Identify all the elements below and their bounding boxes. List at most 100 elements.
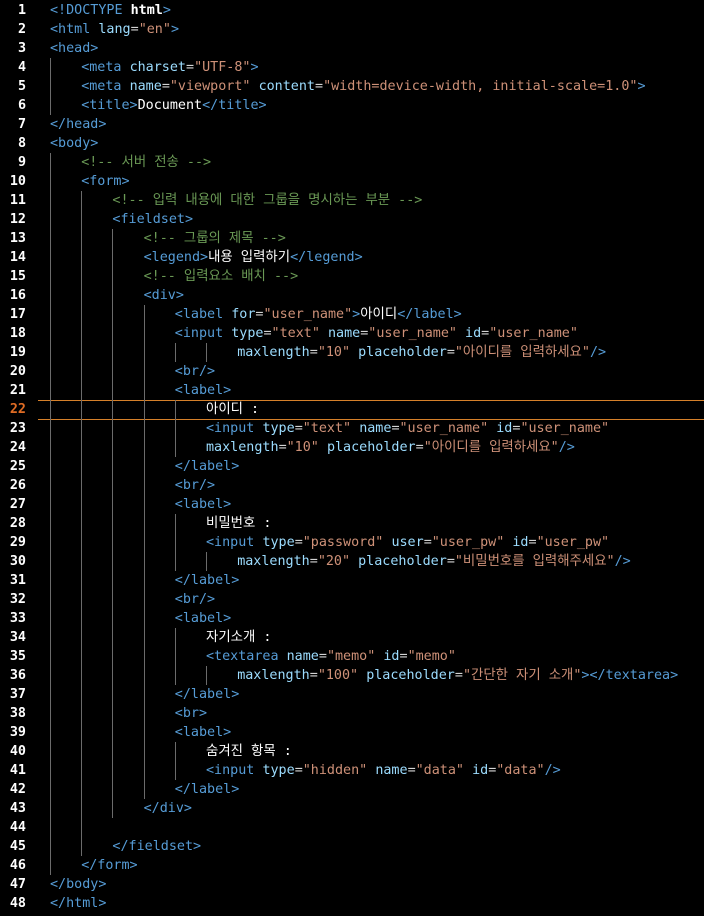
code-line[interactable]: 30 maxlength="20" placeholder="비밀번호를 입력해주…	[0, 552, 704, 571]
code-token: =	[399, 649, 408, 664]
code-token: "hidden"	[302, 763, 368, 778]
code-token: <label	[174, 307, 232, 322]
code-content: maxlength="100" placeholder="간단한 자기 소개">…	[237, 666, 678, 685]
code-line[interactable]: 26 <br/>	[0, 476, 704, 495]
code-line[interactable]: 41 <input type="hidden" name="data" id="d…	[0, 761, 704, 780]
line-number: 37	[9, 687, 26, 702]
line-number: 43	[9, 801, 26, 816]
code-token: </legend>	[290, 250, 363, 265]
code-line[interactable]: 25 </label>	[0, 457, 704, 476]
code-line[interactable]: 8 <body>	[0, 134, 704, 153]
code-line[interactable]: 16 <div>	[0, 286, 704, 305]
code-token: ></textarea>	[581, 668, 679, 683]
code-line[interactable]: 1 <!DOCTYPE html>	[0, 1, 704, 20]
code-line[interactable]: 2 <html lang="en">	[0, 20, 704, 39]
code-token: "user_name"	[489, 326, 578, 341]
code-line[interactable]: 28 비밀번호 :	[0, 514, 704, 533]
code-token: =	[446, 345, 455, 360]
code-line[interactable]: 46 </form>	[0, 856, 704, 875]
line-number: 25	[9, 459, 26, 474]
code-line[interactable]: 20 <br/>	[0, 362, 704, 381]
code-line[interactable]: 48 </html>	[0, 894, 704, 913]
code-line[interactable]: 14 <legend>내용 입력하기</legend>	[0, 248, 704, 267]
code-line[interactable]: 39 <label>	[0, 723, 704, 742]
code-token: =	[186, 60, 195, 75]
code-line[interactable]: 37 </label>	[0, 685, 704, 704]
code-token: =	[278, 440, 287, 455]
code-line[interactable]: 13 <!-- 그룹의 제목 -->	[0, 229, 704, 248]
indent-guide	[81, 362, 83, 381]
code-line[interactable]: 35 <textarea name="memo" id="memo"	[0, 647, 704, 666]
code-line[interactable]: 32 <br/>	[0, 590, 704, 609]
code-line[interactable]: 22 아이디 :	[0, 400, 704, 420]
indent-guide	[50, 818, 51, 837]
indent-guide	[112, 723, 114, 742]
code-line[interactable]: 5 <meta name="viewport" content="width=de…	[0, 77, 704, 96]
indent-guide	[81, 761, 83, 780]
indent-guide	[112, 286, 114, 305]
code-line[interactable]: 33 <label>	[0, 609, 704, 628]
code-line[interactable]: 38 <br>	[0, 704, 704, 723]
code-line[interactable]: 7 </head>	[0, 115, 704, 134]
indent-guide	[81, 191, 83, 210]
code-line[interactable]: 4 <meta charset="UTF-8">	[0, 58, 704, 77]
code-line[interactable]: 24 maxlength="10" placeholder="아이디를 입력하세요…	[0, 438, 704, 457]
indent-guide	[143, 590, 145, 609]
indent-guide	[174, 647, 176, 666]
code-line[interactable]: 43 </div>	[0, 799, 704, 818]
indent-guide	[112, 381, 114, 400]
code-line[interactable]: 45 </fieldset>	[0, 837, 704, 856]
code-line[interactable]: 10 <form>	[0, 172, 704, 191]
code-line[interactable]: 34 자기소개 :	[0, 628, 704, 647]
code-token: <!-- 그룹의 제목 -->	[143, 231, 286, 246]
indent-guide	[81, 552, 83, 571]
code-token: 내용 입력하기	[208, 250, 291, 265]
code-line[interactable]: 47 </body>	[0, 875, 704, 894]
indent-guide	[81, 742, 83, 761]
indent-guide	[112, 514, 114, 533]
code-line[interactable]: 31 </label>	[0, 571, 704, 590]
code-token: <legend>	[143, 250, 209, 265]
code-token: name	[375, 763, 408, 778]
code-line[interactable]: 40 숨겨진 항목 :	[0, 742, 704, 761]
code-token: type	[262, 763, 295, 778]
indent-guide	[81, 381, 83, 400]
code-line[interactable]: 21 <label>	[0, 381, 704, 400]
line-number: 30	[9, 554, 26, 569]
code-line[interactable]: 36 maxlength="100" placeholder="간단한 자기 소개…	[0, 666, 704, 685]
code-token: =	[407, 763, 416, 778]
indent-guide	[50, 533, 51, 552]
code-line[interactable]: 44	[0, 818, 704, 837]
code-line[interactable]: 23 <input type="text" name="user_name" id…	[0, 419, 704, 438]
code-token: "UTF-8"	[194, 60, 251, 75]
code-token: charset	[129, 60, 186, 75]
indent-guide	[50, 58, 51, 77]
code-line[interactable]: 11 <!-- 입력 내용에 대한 그룹을 명시하는 부분 -->	[0, 191, 704, 210]
code-line[interactable]: 29 <input type="password" user="user_pw" …	[0, 533, 704, 552]
code-line[interactable]: 17 <label for="user_name">아이디</label>	[0, 305, 704, 324]
indent-guide	[81, 685, 83, 704]
code-line[interactable]: 42 </label>	[0, 780, 704, 799]
code-line[interactable]: 6 <title>Document</title>	[0, 96, 704, 115]
line-number: 26	[9, 478, 26, 493]
code-line[interactable]: 15 <!-- 입력요소 배치 -->	[0, 267, 704, 286]
code-line[interactable]: 3 <head>	[0, 39, 704, 58]
code-token: user	[391, 535, 424, 550]
code-token: =	[309, 554, 318, 569]
code-line[interactable]: 18 <input type="text" name="user_name" id…	[0, 324, 704, 343]
code-token: "100"	[317, 668, 359, 683]
code-content: maxlength="10" placeholder="아이디를 입력하세요"/…	[237, 343, 606, 362]
code-line[interactable]: 27 <label>	[0, 495, 704, 514]
indent-guide	[174, 514, 176, 533]
line-number: 5	[17, 79, 26, 94]
indent-guide	[50, 856, 51, 875]
code-line[interactable]: 9 <!-- 서버 전송 -->	[0, 153, 704, 172]
code-line[interactable]: 19 maxlength="10" placeholder="아이디를 입력하세요…	[0, 343, 704, 362]
code-token: name	[129, 79, 162, 94]
code-editor[interactable]: 1 <!DOCTYPE html> 2 <html lang="en"> 3 <head>…	[0, 0, 704, 916]
code-line[interactable]: 12 <fieldset>	[0, 210, 704, 229]
code-token: =	[294, 535, 303, 550]
active-line-highlight	[38, 400, 704, 420]
